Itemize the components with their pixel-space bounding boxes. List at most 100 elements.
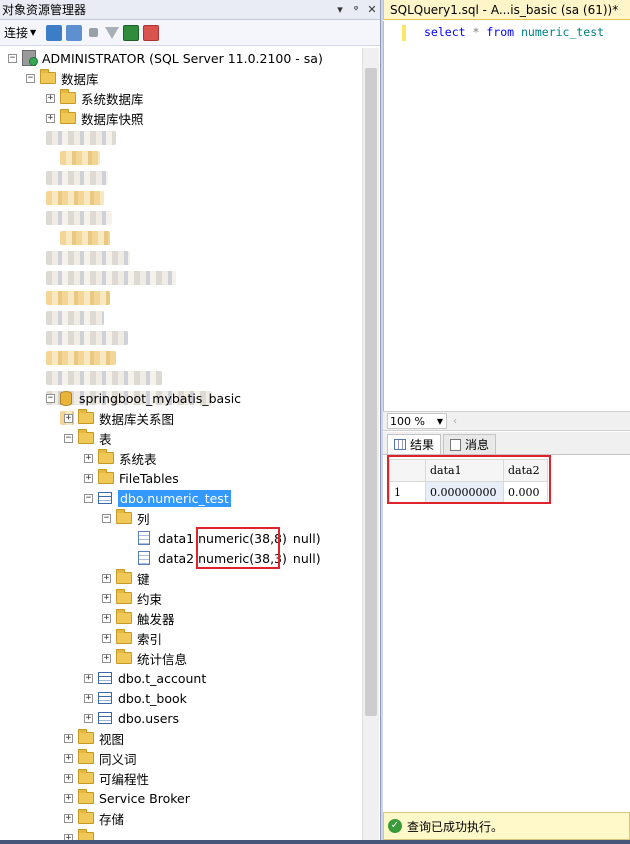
tree-node-databases[interactable]: − 数据库 bbox=[26, 68, 99, 88]
redacted-database-row bbox=[46, 251, 130, 265]
table-icon bbox=[98, 672, 112, 684]
synonyms-label: 同义词 bbox=[99, 751, 137, 767]
scroll-left-icon[interactable]: ‹ bbox=[453, 416, 457, 427]
tree-node-storage[interactable]: + 存储 bbox=[64, 808, 124, 828]
tab-messages[interactable]: 消息 bbox=[443, 434, 497, 454]
expand-icon[interactable]: + bbox=[102, 613, 111, 623]
columns-label: 列 bbox=[137, 511, 150, 527]
tree-node-filetables[interactable]: + FileTables bbox=[84, 468, 179, 488]
tree-node-keys[interactable]: + 键 bbox=[102, 568, 150, 588]
tables-label: 表 bbox=[99, 431, 112, 447]
expand-icon[interactable]: + bbox=[84, 453, 93, 463]
expand-icon[interactable]: + bbox=[102, 593, 111, 603]
expand-icon[interactable]: + bbox=[64, 813, 73, 823]
tree-node-table[interactable]: + dbo.t_account bbox=[84, 668, 206, 688]
refresh-icon[interactable] bbox=[123, 24, 140, 41]
expand-icon[interactable]: + bbox=[84, 713, 93, 723]
expand-icon[interactable]: + bbox=[84, 693, 93, 703]
expand-icon[interactable]: + bbox=[64, 753, 73, 763]
changed-line-marker bbox=[402, 25, 406, 41]
folder-icon bbox=[78, 789, 94, 804]
tree-node-views[interactable]: + 视图 bbox=[64, 728, 124, 748]
tree-node-database[interactable]: − springboot_mybatis_basic bbox=[46, 388, 241, 408]
tree-node-statistics[interactable]: + 统计信息 bbox=[102, 648, 187, 668]
object-explorer-toolbar: 连接 ▼ bbox=[0, 20, 380, 46]
pin-icon[interactable]: ᵠ bbox=[348, 3, 364, 16]
column-nullability: null) bbox=[292, 550, 321, 566]
filetables-label: FileTables bbox=[119, 470, 179, 486]
redacted-database-row bbox=[46, 191, 104, 205]
expand-icon[interactable]: + bbox=[64, 793, 73, 803]
tree-node-indexes[interactable]: + 索引 bbox=[102, 628, 162, 648]
redacted-database-row bbox=[46, 211, 112, 225]
tree-node-db-snapshots[interactable]: + 数据库快照 bbox=[46, 108, 144, 128]
database-label: springboot_mybatis_basic bbox=[79, 390, 242, 406]
close-icon[interactable]: ✕ bbox=[364, 3, 380, 16]
expand-icon[interactable]: + bbox=[64, 413, 73, 423]
column-icon bbox=[138, 551, 150, 565]
tree-node-columns[interactable]: − 列 bbox=[102, 508, 150, 528]
tree-node-system-databases[interactable]: + 系统数据库 bbox=[46, 88, 144, 108]
folder-icon bbox=[40, 69, 56, 84]
filter-icon[interactable] bbox=[105, 26, 120, 39]
triggers-label: 触发器 bbox=[137, 611, 175, 627]
dropdown-icon[interactable]: ▾ bbox=[332, 3, 348, 16]
collapse-icon[interactable]: − bbox=[46, 393, 55, 403]
connect-label: 连接 bbox=[4, 26, 29, 40]
query-tab[interactable]: SQLQuery1.sql - A...is_basic (sa (61))* bbox=[383, 0, 630, 20]
zoom-select[interactable]: 100 % ▼ bbox=[387, 413, 447, 429]
folder-icon bbox=[78, 429, 94, 444]
chevron-down-icon: ▼ bbox=[436, 416, 443, 426]
collapse-icon[interactable]: − bbox=[8, 53, 17, 63]
expand-icon[interactable]: + bbox=[46, 93, 55, 103]
sql-code-line[interactable]: select * from numeric_test bbox=[424, 25, 604, 39]
expand-icon[interactable]: + bbox=[102, 653, 111, 663]
folder-icon bbox=[116, 649, 132, 664]
tree-node-constraints[interactable]: + 约束 bbox=[102, 588, 162, 608]
folder-icon bbox=[78, 769, 94, 784]
expand-icon[interactable]: + bbox=[84, 673, 93, 683]
collapse-icon[interactable]: − bbox=[26, 73, 35, 83]
tree-node-tables[interactable]: − 表 bbox=[64, 428, 112, 448]
connect-button[interactable]: 连接 ▼ bbox=[4, 24, 36, 41]
expand-icon[interactable]: + bbox=[102, 573, 111, 583]
tree-node-table[interactable]: + dbo.users bbox=[84, 708, 179, 728]
tree-node-system-tables[interactable]: + 系统表 bbox=[84, 448, 157, 468]
object-explorer-title: 对象资源管理器 bbox=[2, 3, 87, 17]
expand-icon[interactable]: + bbox=[64, 773, 73, 783]
object-explorer-scrollbar[interactable] bbox=[362, 48, 379, 844]
tab-results-label: 结果 bbox=[410, 438, 435, 452]
expand-icon[interactable]: + bbox=[84, 473, 93, 483]
folder-icon bbox=[78, 809, 94, 824]
db-snapshots-label: 数据库快照 bbox=[81, 111, 144, 127]
expand-icon[interactable]: + bbox=[46, 113, 55, 123]
expand-icon[interactable]: + bbox=[64, 733, 73, 743]
tree-node-server[interactable]: − ADMINISTRATOR (SQL Server 11.0.2100 - … bbox=[8, 48, 323, 68]
object-explorer-tree: − ADMINISTRATOR (SQL Server 11.0.2100 - … bbox=[0, 48, 362, 844]
stop-icon[interactable] bbox=[89, 28, 99, 37]
tree-node-db-diagrams[interactable]: + 数据库关系图 bbox=[64, 408, 174, 428]
activity-monitor-icon[interactable] bbox=[143, 24, 160, 41]
sql-keyword: from bbox=[486, 25, 515, 39]
tree-node-service-broker[interactable]: + Service Broker bbox=[64, 788, 190, 808]
tree-node-table[interactable]: + dbo.t_book bbox=[84, 688, 187, 708]
folder-icon bbox=[60, 89, 76, 104]
service-broker-label: Service Broker bbox=[99, 790, 190, 806]
query-window: SQLQuery1.sql - A...is_basic (sa (61))* … bbox=[383, 0, 630, 844]
collapse-icon[interactable]: − bbox=[84, 493, 93, 503]
tab-results[interactable]: 结果 bbox=[387, 434, 442, 454]
expand-icon[interactable]: + bbox=[102, 633, 111, 643]
collapse-icon[interactable]: − bbox=[64, 433, 73, 443]
collapse-icon[interactable]: − bbox=[102, 513, 111, 523]
tree-node-synonyms[interactable]: + 同义词 bbox=[64, 748, 137, 768]
connect-object-icon[interactable] bbox=[46, 24, 63, 41]
scrollbar-thumb[interactable] bbox=[365, 68, 377, 716]
zoom-value: 100 % bbox=[390, 414, 425, 428]
redacted-database-row bbox=[46, 311, 104, 325]
tree-node-triggers[interactable]: + 触发器 bbox=[102, 608, 175, 628]
tree-node-programmability[interactable]: + 可编程性 bbox=[64, 768, 149, 788]
table-icon bbox=[98, 492, 112, 504]
tree-node-selected-table[interactable]: − dbo.numeric_test bbox=[84, 488, 231, 508]
sql-editor[interactable]: select * from numeric_test bbox=[383, 21, 630, 411]
disconnect-icon[interactable] bbox=[66, 24, 83, 41]
